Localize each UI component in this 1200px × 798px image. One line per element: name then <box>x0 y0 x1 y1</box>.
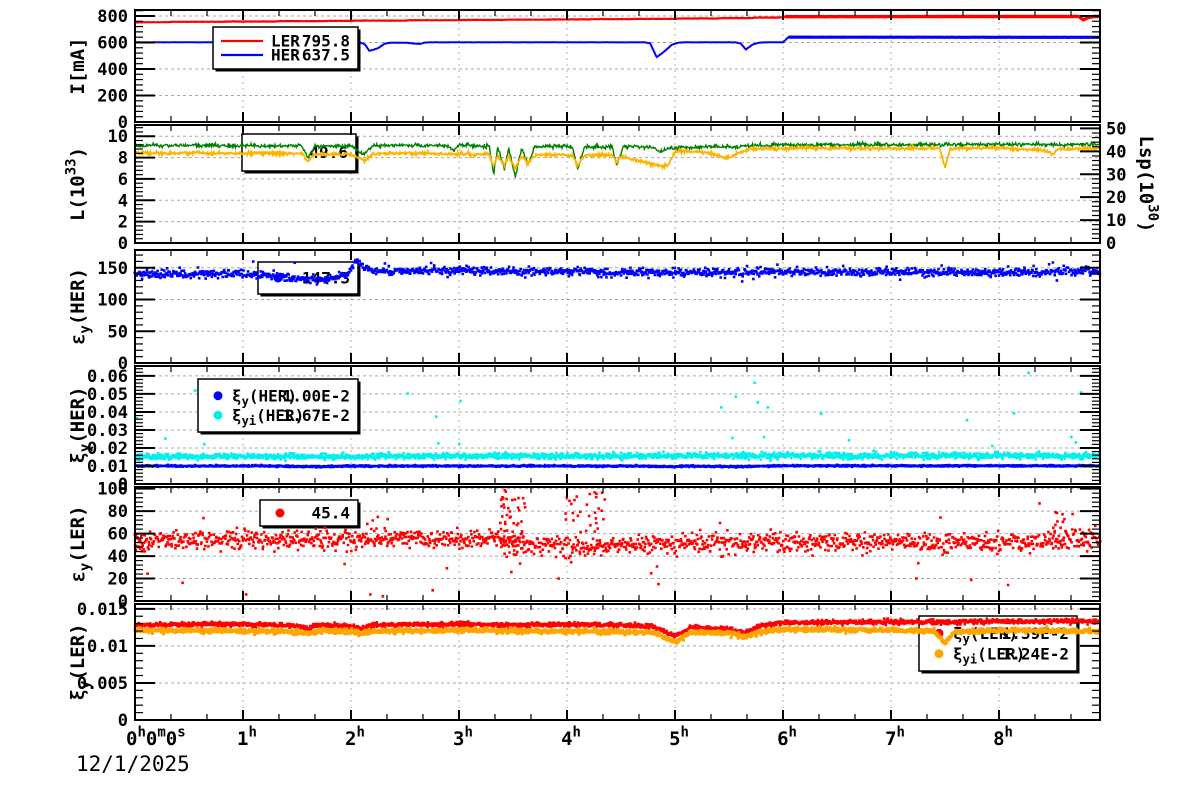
y-tick-labels: 0200400600800 <box>97 7 128 133</box>
series-LER-recent-thick <box>785 16 1099 19</box>
right-tick-label: 0 <box>1106 234 1116 254</box>
x-tick-label: 2h <box>345 724 365 750</box>
panel-luminosity: 49.6024681001020304050Lsp(1030)L(1033) <box>63 119 1160 254</box>
y-tick-label: 0.06 <box>87 367 128 387</box>
x-tick-label: 1h <box>237 724 257 750</box>
right-tick-label: 50 <box>1106 119 1126 139</box>
legend-label: HER <box>271 46 300 65</box>
y-tick-label: 40 <box>108 547 128 567</box>
legend-value: 1.00E-2 <box>283 386 350 405</box>
y-tick-labels: 020406080100 <box>97 480 128 612</box>
y-tick-label: 150 <box>97 259 128 279</box>
x-tick-label: 7h <box>885 724 905 750</box>
panel-xi-ler: ξy(LER)1.39E-2ξyi(LER)1.24E-200.0050.010… <box>67 600 1101 731</box>
x-tick-label: 8h <box>993 724 1013 750</box>
y-tick-label: 0.05 <box>87 385 128 405</box>
right-tick-label: 20 <box>1106 188 1126 208</box>
x-tick-label: 4h <box>561 724 581 750</box>
y-tick-labels: 00.010.020.030.040.050.06 <box>87 367 128 495</box>
y-tick-label: 400 <box>97 60 128 80</box>
y-axis-title: I[mA] <box>67 37 89 94</box>
chart-svg: LER795.8HER637.50200400600800I[mA]49.602… <box>0 0 1200 798</box>
y-tick-label: 0.03 <box>87 421 128 441</box>
y-axis-title: εy(LER) <box>67 505 93 582</box>
y-axis-title: L(1033) <box>63 147 89 221</box>
legend-value: 45.4 <box>311 504 350 523</box>
right-tick-label: 10 <box>1106 211 1126 231</box>
y-tick-label: 10 <box>108 127 128 147</box>
y-tick-label: 80 <box>108 502 128 522</box>
legend-value: 637.5 <box>302 46 350 65</box>
panel-beam-current: LER795.8HER637.50200400600800I[mA] <box>67 7 1100 133</box>
y-tick-label: 100 <box>97 291 128 311</box>
y-tick-label: 100 <box>97 480 128 500</box>
legend-value: 1.67E-2 <box>283 406 350 425</box>
legend: ξy(LER)1.39E-2ξyi(LER)1.24E-2 <box>919 616 1080 674</box>
x-tick-label: 0h0m0s <box>126 724 186 750</box>
panel-emittance-her: 147.3050100150εy(HER) <box>67 250 1101 374</box>
y-tick-label: 0 <box>118 234 128 254</box>
y-tick-label: 2 <box>118 213 128 233</box>
legend: ξy(HER)1.00E-2ξyi(HER)1.67E-2 <box>198 379 361 435</box>
y-tick-label: 200 <box>97 86 128 106</box>
x-tick-label: 6h <box>777 724 797 750</box>
y-tick-label: 800 <box>97 7 128 27</box>
panel-xi-her: ξy(HER)1.00E-2ξyi(HER)1.67E-2 00.010.020.… <box>67 366 1101 495</box>
y-tick-label: 0.01 <box>87 457 128 477</box>
legend: 45.4 <box>260 500 361 529</box>
series-xiy-HER <box>134 464 1101 469</box>
accelerator-luminosity-monitor: LER795.8HER637.50200400600800I[mA]49.602… <box>0 0 1200 798</box>
date-label: 12/1/2025 <box>76 752 190 776</box>
y-tick-label: 4 <box>118 191 128 211</box>
right-axis-title: Lsp(1030) <box>1135 136 1161 233</box>
y-tick-label: 20 <box>108 570 128 590</box>
legend-dot-swatch <box>214 411 223 420</box>
y-axis-title: ξy(LER) <box>67 623 93 700</box>
y-tick-label: 60 <box>108 525 128 545</box>
panel-emittance-ler: 45.4020406080100εy(LER) <box>67 480 1102 612</box>
right-tick-label: 40 <box>1106 142 1126 162</box>
legend-dot-swatch <box>935 649 944 658</box>
y-axis-title: εy(HER) <box>67 268 93 345</box>
legend-dot-swatch <box>276 509 285 518</box>
y-tick-labels: 050100150 <box>97 259 128 374</box>
legend-dot-swatch <box>214 391 223 400</box>
x-axis-labels: 0h0m0s 1h 2h 3h 4h 5h 6h 7h 8h <box>126 724 1013 750</box>
x-tick-label: 5h <box>669 724 689 750</box>
y-tick-label: 0.04 <box>87 403 128 423</box>
right-tick-label: 30 <box>1106 165 1126 185</box>
legend: LER795.8HER637.5 <box>213 27 361 72</box>
y-tick-label: 8 <box>118 149 128 169</box>
y-tick-label: 0.015 <box>77 600 128 620</box>
x-tick-label: 3h <box>453 724 473 750</box>
y-tick-label: 50 <box>108 322 128 342</box>
y-tick-label: 600 <box>97 33 128 53</box>
legend-value: 1.24E-2 <box>1002 644 1069 663</box>
y-tick-label: 0.01 <box>87 637 128 657</box>
y-tick-label: 6 <box>118 170 128 190</box>
